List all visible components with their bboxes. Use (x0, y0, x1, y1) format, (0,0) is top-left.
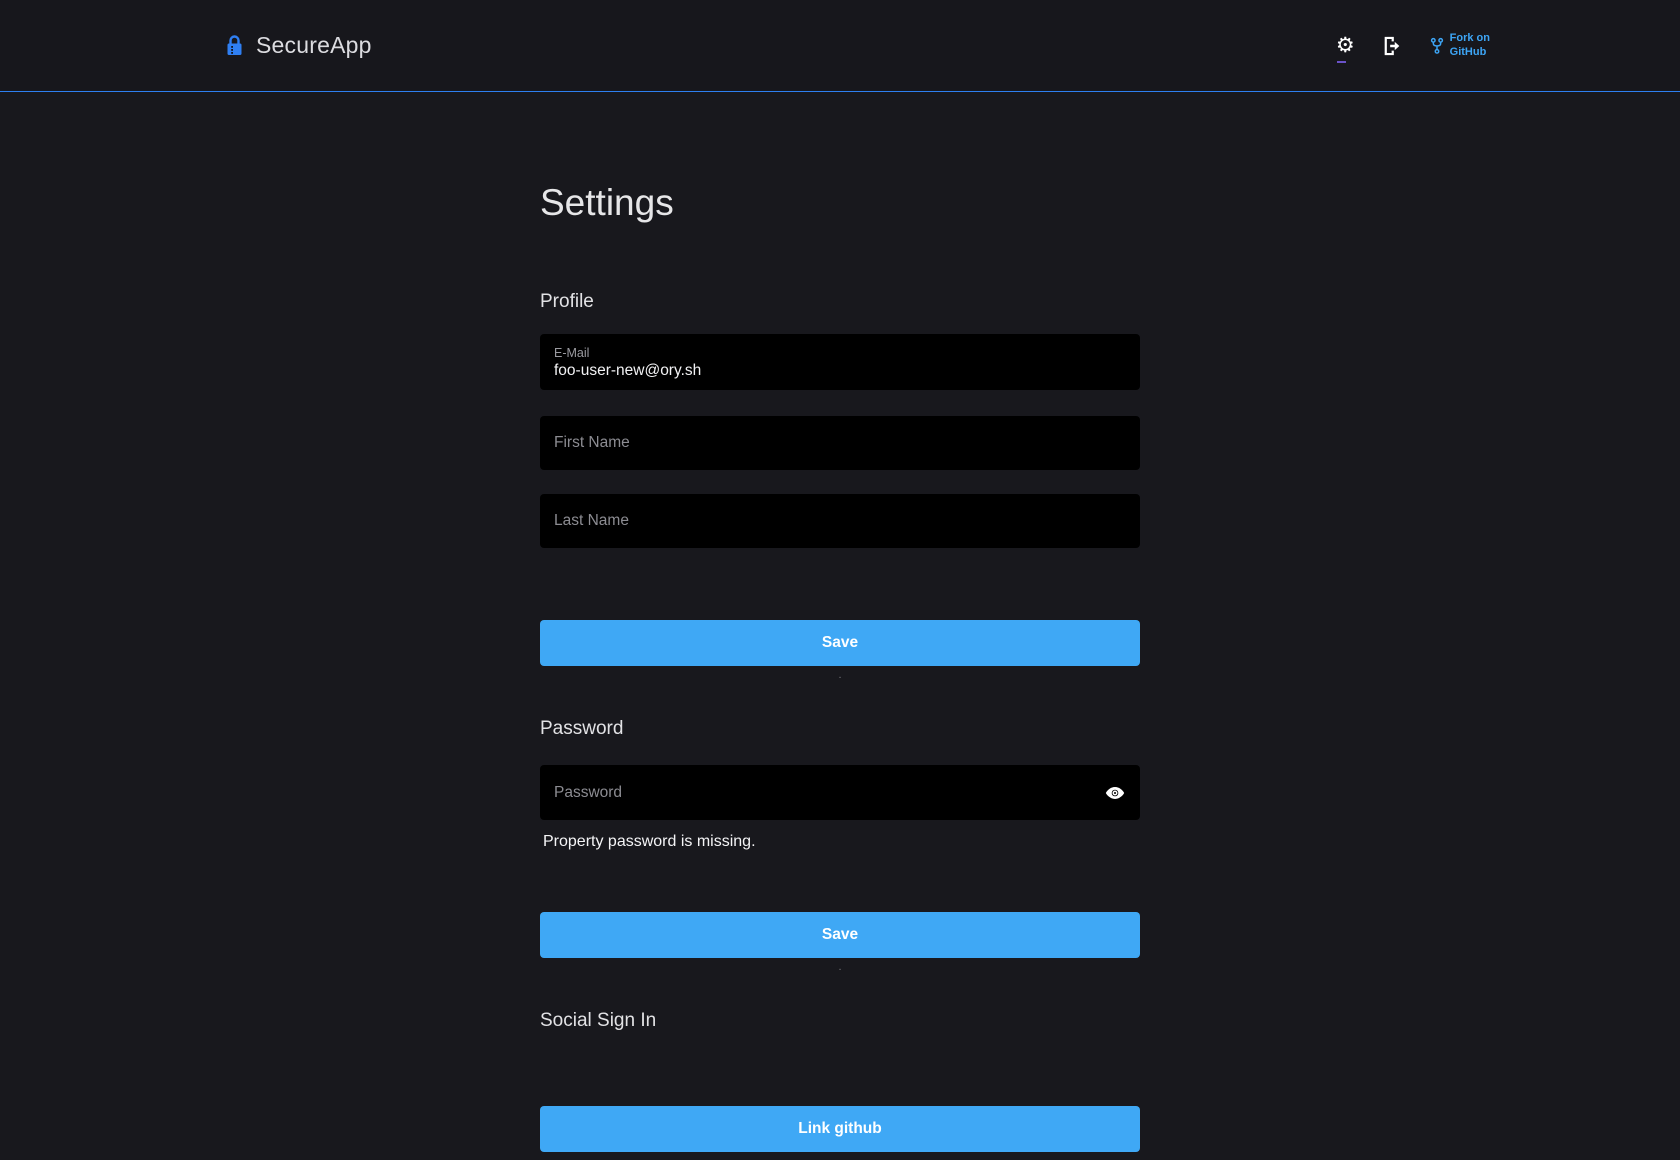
fork-link-text: Fork on GitHub (1450, 32, 1490, 58)
page-title: Settings (540, 182, 1140, 225)
link-github-button[interactable]: Link github (540, 1106, 1140, 1152)
password-save-button[interactable]: Save (540, 912, 1140, 958)
eye-icon (1104, 782, 1126, 804)
email-input[interactable] (554, 362, 1126, 380)
brand-name: SecureApp (256, 32, 372, 59)
first-name-input[interactable] (554, 434, 1126, 452)
fork-on-github-link[interactable]: Fork on GitHub (1429, 32, 1490, 58)
first-name-field[interactable] (540, 416, 1140, 470)
last-name-field[interactable] (540, 494, 1140, 548)
settings-button[interactable]: ⚙︎ (1336, 35, 1355, 56)
gear-underline-marker (1337, 61, 1346, 63)
profile-save-button[interactable]: Save (540, 620, 1140, 666)
password-field[interactable] (540, 765, 1140, 820)
lock-icon (225, 34, 244, 58)
top-navbar: SecureApp ⚙︎ (0, 0, 1680, 92)
brand-home-link[interactable]: SecureApp (225, 32, 372, 59)
profile-section-heading: Profile (540, 291, 1140, 313)
git-fork-icon (1429, 37, 1445, 55)
logout-button[interactable] (1381, 35, 1403, 57)
gear-icon: ⚙︎ (1336, 35, 1355, 56)
password-save-caption-dot: . (540, 962, 1140, 974)
logout-icon (1381, 35, 1403, 57)
password-error-message: Property password is missing. (540, 832, 1140, 852)
profile-save-caption-dot: . (540, 670, 1140, 682)
password-input[interactable] (554, 784, 1094, 802)
email-field-label: E-Mail (554, 346, 1126, 360)
toggle-password-visibility-button[interactable] (1104, 782, 1126, 804)
navbar-actions: ⚙︎ Fork on (1336, 32, 1490, 58)
last-name-input[interactable] (554, 512, 1126, 530)
settings-page: Settings Profile E-Mail Save . Password … (540, 92, 1140, 1152)
email-field[interactable]: E-Mail (540, 334, 1140, 390)
password-section-heading: Password (540, 718, 1140, 740)
social-sign-in-heading: Social Sign In (540, 1010, 1140, 1032)
